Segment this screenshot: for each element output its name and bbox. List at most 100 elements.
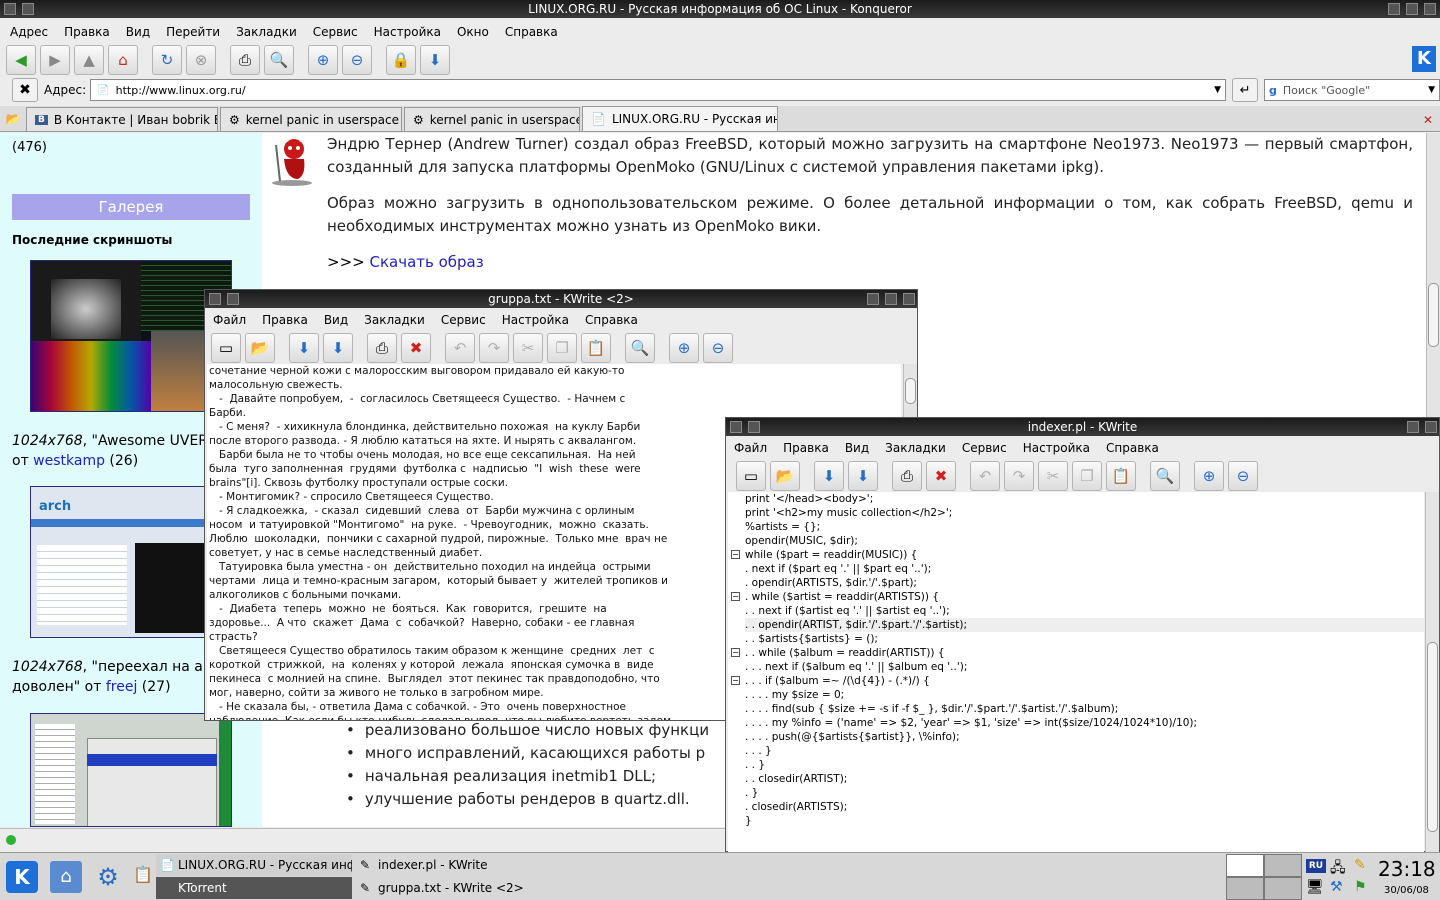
save-icon[interactable]: ⬇ <box>289 333 319 363</box>
save-as-icon[interactable]: ⬇ <box>323 333 353 363</box>
search-input[interactable]: g Поиск "Google" ▼ <box>1264 79 1440 101</box>
menu-item[interactable]: Адрес <box>2 25 56 39</box>
forward-icon[interactable]: ▶ <box>40 45 70 75</box>
task-ktorrent[interactable]: KTorrent <box>156 877 352 899</box>
paste-icon[interactable]: 📋 <box>581 333 611 363</box>
menu-item[interactable]: Справка <box>1098 441 1167 455</box>
fold-toggle-icon[interactable]: − <box>731 550 740 559</box>
undo-icon[interactable]: ↶ <box>445 333 475 363</box>
menu-item[interactable]: Сервис <box>433 313 494 327</box>
cut-icon[interactable]: ✂ <box>513 333 543 363</box>
tab-kernel-panic-2[interactable]: ⚙ kernel panic in userspace ›… <box>404 107 580 131</box>
window-menu-icon[interactable] <box>730 421 742 433</box>
screenshot-thumbnail[interactable] <box>30 713 232 827</box>
close-document-icon[interactable]: ✖ <box>926 461 956 491</box>
editor-scrollbar[interactable] <box>1425 492 1439 852</box>
kde-menu-icon[interactable]: K <box>6 861 38 893</box>
zoom-out-icon[interactable]: ⊖ <box>342 45 372 75</box>
sticky-icon[interactable] <box>748 421 760 433</box>
browser-icon[interactable]: ⚙ <box>92 861 124 893</box>
keyboard-layout-badge[interactable]: RU <box>1306 859 1326 873</box>
sticky-icon[interactable] <box>22 3 34 15</box>
print-preview-icon[interactable]: 🔍 <box>264 45 294 75</box>
scrollbar-thumb[interactable] <box>1428 283 1439 347</box>
pager-desktop-2[interactable] <box>1264 854 1302 877</box>
minimize-button[interactable] <box>1388 3 1400 15</box>
menu-item[interactable]: Настройка <box>494 313 577 327</box>
clock-time[interactable]: 23:18 <box>1378 857 1436 881</box>
menu-item[interactable]: Закладки <box>228 25 305 39</box>
chevron-down-icon[interactable]: ▼ <box>1428 85 1435 95</box>
screenshot-thumbnail[interactable]: arch <box>30 486 232 638</box>
menu-item[interactable]: Окно <box>449 25 497 39</box>
close-button[interactable] <box>1424 3 1436 15</box>
stop-icon[interactable]: ⊗ <box>186 45 216 75</box>
maximize-button[interactable] <box>1406 3 1418 15</box>
tab-kernel-panic-1[interactable]: ⚙ kernel panic in userspace »… <box>220 107 402 131</box>
screenshot-thumbnail[interactable] <box>30 260 232 412</box>
zoom-in-icon[interactable]: ⊕ <box>669 333 699 363</box>
scrollbar-thumb[interactable] <box>1427 642 1438 832</box>
monitor-icon[interactable]: 🖥 <box>1306 879 1324 895</box>
menu-item[interactable]: Вид <box>118 25 158 39</box>
task-indexer[interactable]: ✎ indexer.pl - KWrite <box>356 854 576 876</box>
close-tab-icon[interactable]: ✕ <box>1416 109 1440 131</box>
konqueror-titlebar[interactable]: LINUX.ORG.RU - Русская информация об ОС … <box>0 0 1440 18</box>
pager-desktop-3[interactable] <box>1226 877 1264 900</box>
fold-toggle-icon[interactable]: − <box>731 676 740 685</box>
menu-item[interactable]: Сервис <box>954 441 1015 455</box>
menu-item[interactable]: Закладки <box>356 313 433 327</box>
menu-item[interactable]: Файл <box>205 313 254 327</box>
new-document-icon[interactable]: ▭ <box>211 333 241 363</box>
author-link[interactable]: freej <box>106 679 138 695</box>
author-link[interactable]: westkamp <box>33 453 105 469</box>
back-icon[interactable]: ◀ <box>6 45 36 75</box>
save-icon[interactable]: ⬇ <box>814 461 844 491</box>
redo-icon[interactable]: ↷ <box>479 333 509 363</box>
pager-desktop-4[interactable] <box>1264 877 1302 900</box>
fold-toggle-icon[interactable]: − <box>731 592 740 601</box>
menu-item[interactable]: Вид <box>837 441 877 455</box>
kwrite-titlebar[interactable]: indexer.pl - KWrite <box>726 418 1439 436</box>
new-document-icon[interactable]: ▭ <box>736 461 766 491</box>
save-as-icon[interactable]: ⬇ <box>848 461 878 491</box>
find-icon[interactable]: 🔍 <box>625 333 655 363</box>
url-input[interactable]: 📄 http://www.linux.org.ru/ ▼ <box>90 79 1227 101</box>
desktop-pager[interactable] <box>1226 854 1302 900</box>
security-lock-icon[interactable]: 🔒 <box>386 45 416 75</box>
menu-item[interactable]: Правка <box>775 441 837 455</box>
clear-location-icon[interactable]: ✖ <box>12 78 38 102</box>
zoom-in-icon[interactable]: ⊕ <box>308 45 338 75</box>
window-menu-icon[interactable] <box>209 293 221 305</box>
menu-item[interactable]: Файл <box>726 441 775 455</box>
sticky-icon[interactable] <box>227 293 239 305</box>
maximize-button[interactable] <box>885 293 897 305</box>
copy-icon[interactable]: ❐ <box>547 333 577 363</box>
updater-icon[interactable]: ⚑ <box>1354 879 1367 895</box>
menu-item[interactable]: Закладки <box>877 441 954 455</box>
scrollbar-thumb[interactable] <box>905 378 916 404</box>
menu-item[interactable]: Справка <box>577 313 646 327</box>
network-icon[interactable]: 🖧 <box>1330 857 1346 881</box>
download-icon[interactable]: ⬇ <box>420 45 450 75</box>
task-konqueror[interactable]: 📄 LINUX.ORG.RU - Русская информа <box>156 854 352 876</box>
print-icon[interactable]: ⎙ <box>230 45 260 75</box>
reload-icon[interactable]: ↻ <box>152 45 182 75</box>
menu-item[interactable]: Вид <box>316 313 356 327</box>
download-link[interactable]: Скачать образ <box>369 253 483 271</box>
pager-desktop-1[interactable] <box>1226 854 1264 877</box>
close-document-icon[interactable]: ✖ <box>401 333 431 363</box>
up-icon[interactable]: ▲ <box>74 45 104 75</box>
menu-item[interactable]: Сервис <box>305 25 366 39</box>
tab-linux-org-ru[interactable]: 📄 LINUX.ORG.RU - Русская инфо… <box>582 106 778 131</box>
zoom-out-icon[interactable]: ⊖ <box>1228 461 1258 491</box>
editor-scrollbar[interactable] <box>903 364 917 420</box>
kwrite-titlebar[interactable]: gruppa.txt - KWrite <2> <box>205 290 917 308</box>
fold-toggle-icon[interactable]: − <box>731 648 740 657</box>
task-gruppa[interactable]: ✎ gruppa.txt - KWrite <2> <box>356 877 576 899</box>
menu-item[interactable]: Справка <box>497 25 566 39</box>
menu-item[interactable]: Настройка <box>1015 441 1098 455</box>
code-editor[interactable]: print '</head><body>'; print '<h2>my musi… <box>728 492 1424 852</box>
minimize-button[interactable] <box>867 293 879 305</box>
clipboard-icon[interactable]: 📋 <box>133 865 153 891</box>
